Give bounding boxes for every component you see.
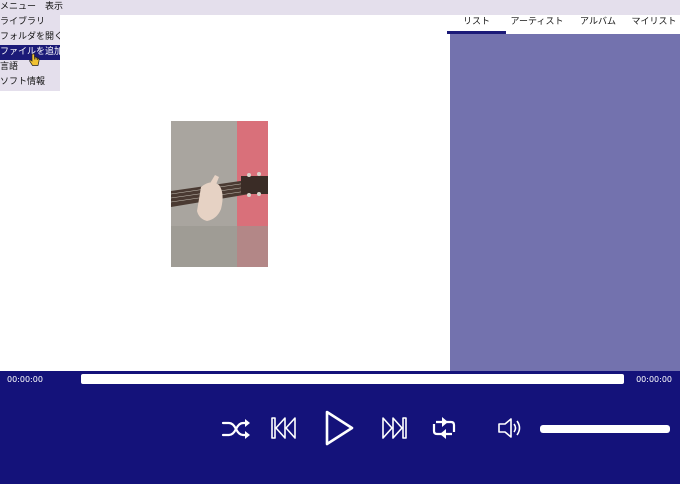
player-controls: 00:00:00 00:00:00 [0, 371, 680, 484]
current-time: 00:00:00 [7, 375, 43, 384]
previous-icon[interactable] [270, 415, 298, 441]
volume-slider[interactable] [540, 425, 670, 433]
hand-cursor-icon [29, 53, 40, 66]
playlist-panel[interactable] [450, 34, 680, 371]
menu-item-view[interactable]: 表示 [45, 0, 63, 15]
menu-bar: メニュー 表示 [0, 0, 680, 15]
dropdown-item-library[interactable]: ライブラリ [0, 15, 60, 30]
library-tabs: リスト アーティスト アルバム マイリスト [447, 15, 680, 34]
play-icon[interactable] [323, 410, 355, 446]
album-art-image [171, 121, 268, 267]
tab-list[interactable]: リスト [447, 15, 506, 34]
next-icon[interactable] [380, 415, 408, 441]
repeat-icon[interactable] [430, 416, 458, 440]
tab-mylist[interactable]: マイリスト [628, 15, 680, 34]
tab-album[interactable]: アルバム [568, 15, 628, 34]
dropdown-item-about[interactable]: ソフト情報 [0, 75, 60, 90]
total-time: 00:00:00 [636, 375, 672, 384]
seek-bar[interactable] [81, 374, 624, 384]
shuffle-icon[interactable] [221, 418, 251, 440]
volume-icon[interactable] [497, 416, 525, 440]
tab-artist[interactable]: アーティスト [506, 15, 568, 34]
dropdown-item-open-folder[interactable]: フォルダを開く [0, 30, 60, 45]
menu-item-menu[interactable]: メニュー [0, 0, 36, 15]
